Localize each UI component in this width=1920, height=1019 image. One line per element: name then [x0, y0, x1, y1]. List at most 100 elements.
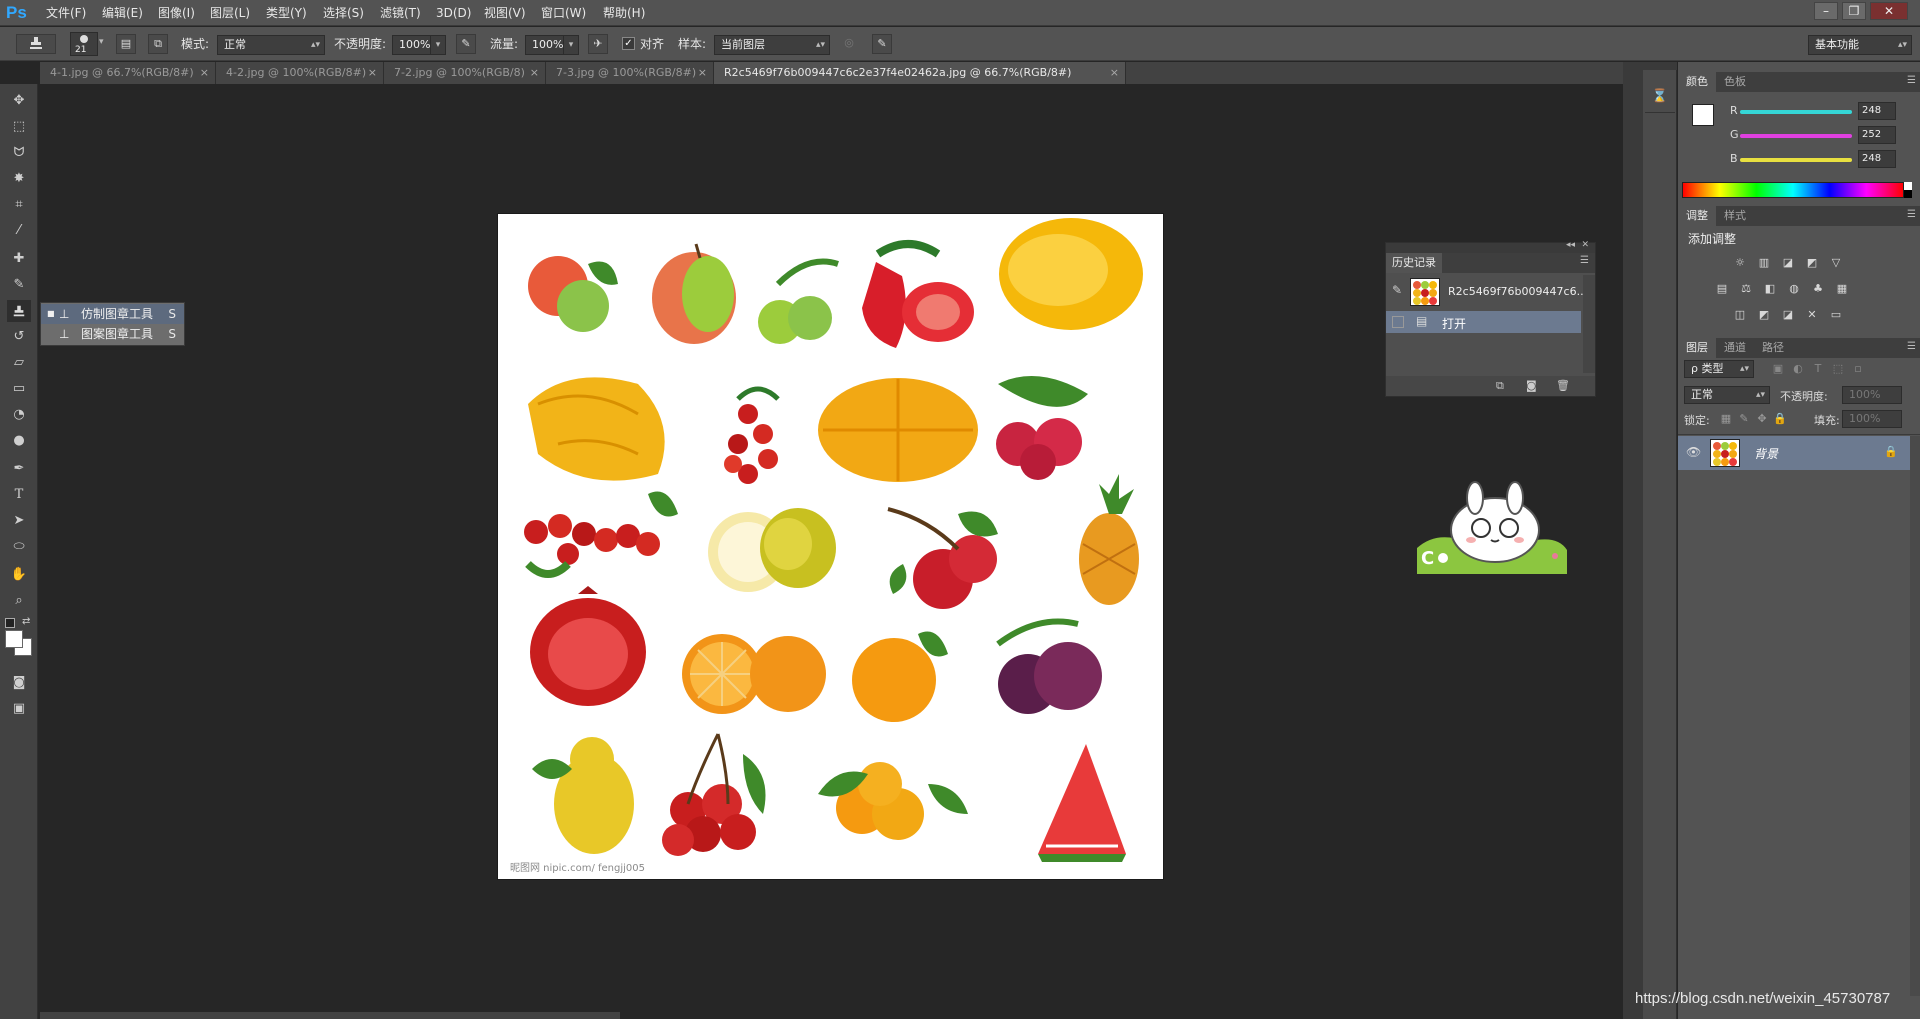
tab-adjustments[interactable]: 调整 [1678, 206, 1716, 226]
document-canvas[interactable]: 昵图网 nipic.com/ fengjj005 [497, 213, 1164, 880]
magic-wand-tool-icon[interactable]: ✸ [7, 168, 31, 190]
default-colors-icon[interactable] [5, 618, 15, 628]
ignore-adjustment-layers-icon[interactable]: ◎ [839, 34, 859, 54]
layer-row-background[interactable]: 👁 背景 🔒 [1678, 436, 1910, 470]
menu-window[interactable]: 窗口(W) [541, 0, 586, 26]
menu-image[interactable]: 图像(I) [158, 0, 195, 26]
restore-button[interactable]: ❐ [1842, 2, 1866, 20]
tab-7-2[interactable]: 7-2.jpg @ 100%(RGB/8) × [384, 62, 546, 84]
tab-swatches[interactable]: 色板 [1716, 72, 1754, 92]
pen-tool-icon[interactable]: ✒ [7, 458, 31, 480]
channel-b-slider[interactable] [1740, 158, 1852, 162]
history-snapshot[interactable]: ✎ R2c5469f76b009447c6... [1386, 275, 1587, 309]
curves-icon[interactable]: ◪ [1780, 256, 1796, 270]
levels-icon[interactable]: ▥ [1756, 256, 1772, 270]
threshold-icon[interactable]: ◪ [1780, 308, 1796, 322]
history-step-open[interactable]: ▤ 打开 [1386, 311, 1581, 333]
filter-pixel-icon[interactable]: ▣ [1770, 362, 1786, 376]
dodge-tool-icon[interactable]: ● [7, 430, 31, 452]
menu-help[interactable]: 帮助(H) [603, 0, 645, 26]
posterize-icon[interactable]: ◩ [1756, 308, 1772, 322]
close-panel-icon[interactable]: ✕ [1581, 240, 1589, 250]
tab-close-icon[interactable]: × [698, 62, 707, 84]
exposure-icon[interactable]: ◩ [1804, 256, 1820, 270]
menu-type[interactable]: 类型(Y) [266, 0, 307, 26]
hue-saturation-icon[interactable]: ▤ [1714, 282, 1730, 296]
menu-view[interactable]: 视图(V) [484, 0, 526, 26]
history-panel-icon[interactable]: ⌛ [1649, 86, 1671, 108]
minimize-button[interactable]: – [1814, 2, 1838, 20]
tab-close-icon[interactable]: × [530, 62, 539, 84]
type-tool-icon[interactable]: T [7, 484, 31, 506]
menu-file[interactable]: 文件(F) [46, 0, 86, 26]
new-document-from-state-icon[interactable]: ⧉ [1496, 379, 1504, 393]
layers-scrollbar[interactable] [1910, 436, 1920, 996]
menu-3d[interactable]: 3D(D) [436, 0, 471, 26]
panel-menu-icon[interactable]: ☰ [1907, 341, 1916, 352]
screen-mode-icon[interactable]: ▣ [7, 698, 31, 720]
opacity-dropdown-icon[interactable]: ▾ [430, 35, 446, 55]
menu-layer[interactable]: 图层(L) [210, 0, 250, 26]
channel-b-value[interactable]: 248 [1858, 150, 1896, 168]
toggle-brush-panel-icon[interactable]: ▤ [116, 34, 136, 54]
camera-snapshot-icon[interactable]: ◙ [1526, 379, 1537, 392]
brightness-icon[interactable]: ☼ [1732, 256, 1748, 270]
sample-select[interactable]: 当前图层 ▴▾ [714, 35, 830, 55]
lock-all-icon[interactable]: 🔒 [1772, 412, 1788, 426]
eraser-tool-icon[interactable]: ▱ [7, 352, 31, 374]
tab-history[interactable]: 历史记录 [1386, 253, 1442, 273]
foreground-color-swatch[interactable] [5, 630, 23, 648]
menu-select[interactable]: 选择(S) [323, 0, 364, 26]
panel-menu-icon[interactable]: ☰ [1580, 255, 1589, 266]
panel-menu-icon[interactable]: ☰ [1907, 209, 1916, 220]
panel-menu-icon[interactable]: ☰ [1907, 75, 1916, 86]
menu-filter[interactable]: 滤镜(T) [380, 0, 421, 26]
dock-collapse-strip[interactable] [1623, 62, 1643, 1019]
channel-g-value[interactable]: 252 [1858, 126, 1896, 144]
channel-r-value[interactable]: 248 [1858, 102, 1896, 120]
brush-size-picker[interactable]: 21 [70, 32, 98, 56]
panel-icons-grip[interactable] [1643, 62, 1677, 70]
color-spectrum-bar[interactable] [1682, 182, 1904, 198]
history-brush-tool-icon[interactable]: ↺ [7, 326, 31, 348]
quick-mask-icon[interactable]: ◙ [7, 672, 31, 694]
lock-pixels-icon[interactable]: ✎ [1736, 412, 1752, 426]
marquee-tool-icon[interactable]: ⬚ [7, 116, 31, 138]
vibrance-icon[interactable]: ▽ [1828, 256, 1844, 270]
healing-brush-tool-icon[interactable]: ✚ [7, 248, 31, 270]
tab-channels[interactable]: 通道 [1716, 338, 1754, 358]
color-balance-icon[interactable]: ⚖ [1738, 282, 1754, 296]
filter-smart-object-icon[interactable]: ▫ [1850, 362, 1866, 376]
eyedropper-tool-icon[interactable]: ⁄ [7, 220, 31, 242]
tab-close-icon[interactable]: × [200, 62, 209, 84]
tab-r2c5469[interactable]: R2c5469f76b009447c6c2e37f4e02462a.jpg @ … [714, 62, 1126, 84]
filter-shape-icon[interactable]: ⬚ [1830, 362, 1846, 376]
tab-styles[interactable]: 样式 [1716, 206, 1754, 226]
color-lookup-icon[interactable]: ▦ [1834, 282, 1850, 296]
tab-4-1[interactable]: 4-1.jpg @ 66.7%(RGB/8#) × [40, 62, 216, 84]
layer-filter-select[interactable]: ρ 类型 ▴▾ [1684, 360, 1754, 378]
zoom-tool-icon[interactable]: ⌕ [7, 590, 31, 612]
tab-color[interactable]: 颜色 [1678, 72, 1716, 92]
clone-stamp-tool-icon[interactable] [7, 300, 31, 322]
panel-foreground-swatch[interactable] [1692, 104, 1714, 126]
swap-colors-icon[interactable]: ⇄ [22, 616, 30, 627]
ellipse-tool-icon[interactable]: ⬭ [7, 536, 31, 558]
history-panel-grip[interactable]: ◂◂ ✕ [1386, 240, 1595, 253]
layer-opacity-input[interactable]: 100% [1842, 386, 1902, 404]
collapse-icon[interactable]: ◂◂ [1566, 240, 1575, 250]
blur-tool-icon[interactable]: ◔ [7, 404, 31, 426]
photo-filter-icon[interactable]: ◍ [1786, 282, 1802, 296]
channel-g-slider[interactable] [1740, 134, 1852, 138]
tab-4-2[interactable]: 4-2.jpg @ 100%(RGB/8#) × [216, 62, 384, 84]
path-selection-tool-icon[interactable]: ➤ [7, 510, 31, 532]
pressure-opacity-icon[interactable]: ✎ [456, 34, 476, 54]
channel-r-slider[interactable] [1740, 110, 1852, 114]
history-scrollbar[interactable] [1583, 275, 1595, 373]
airbrush-icon[interactable]: ✈ [588, 34, 608, 54]
tab-7-3[interactable]: 7-3.jpg @ 100%(RGB/8#) × [546, 62, 714, 84]
mode-select[interactable]: 正常 ▴▾ [217, 35, 325, 55]
black-white-ramp[interactable] [1904, 182, 1912, 198]
lock-transparent-icon[interactable]: ▦ [1718, 412, 1734, 426]
clone-stamp-tool-preset-icon[interactable] [16, 34, 56, 54]
